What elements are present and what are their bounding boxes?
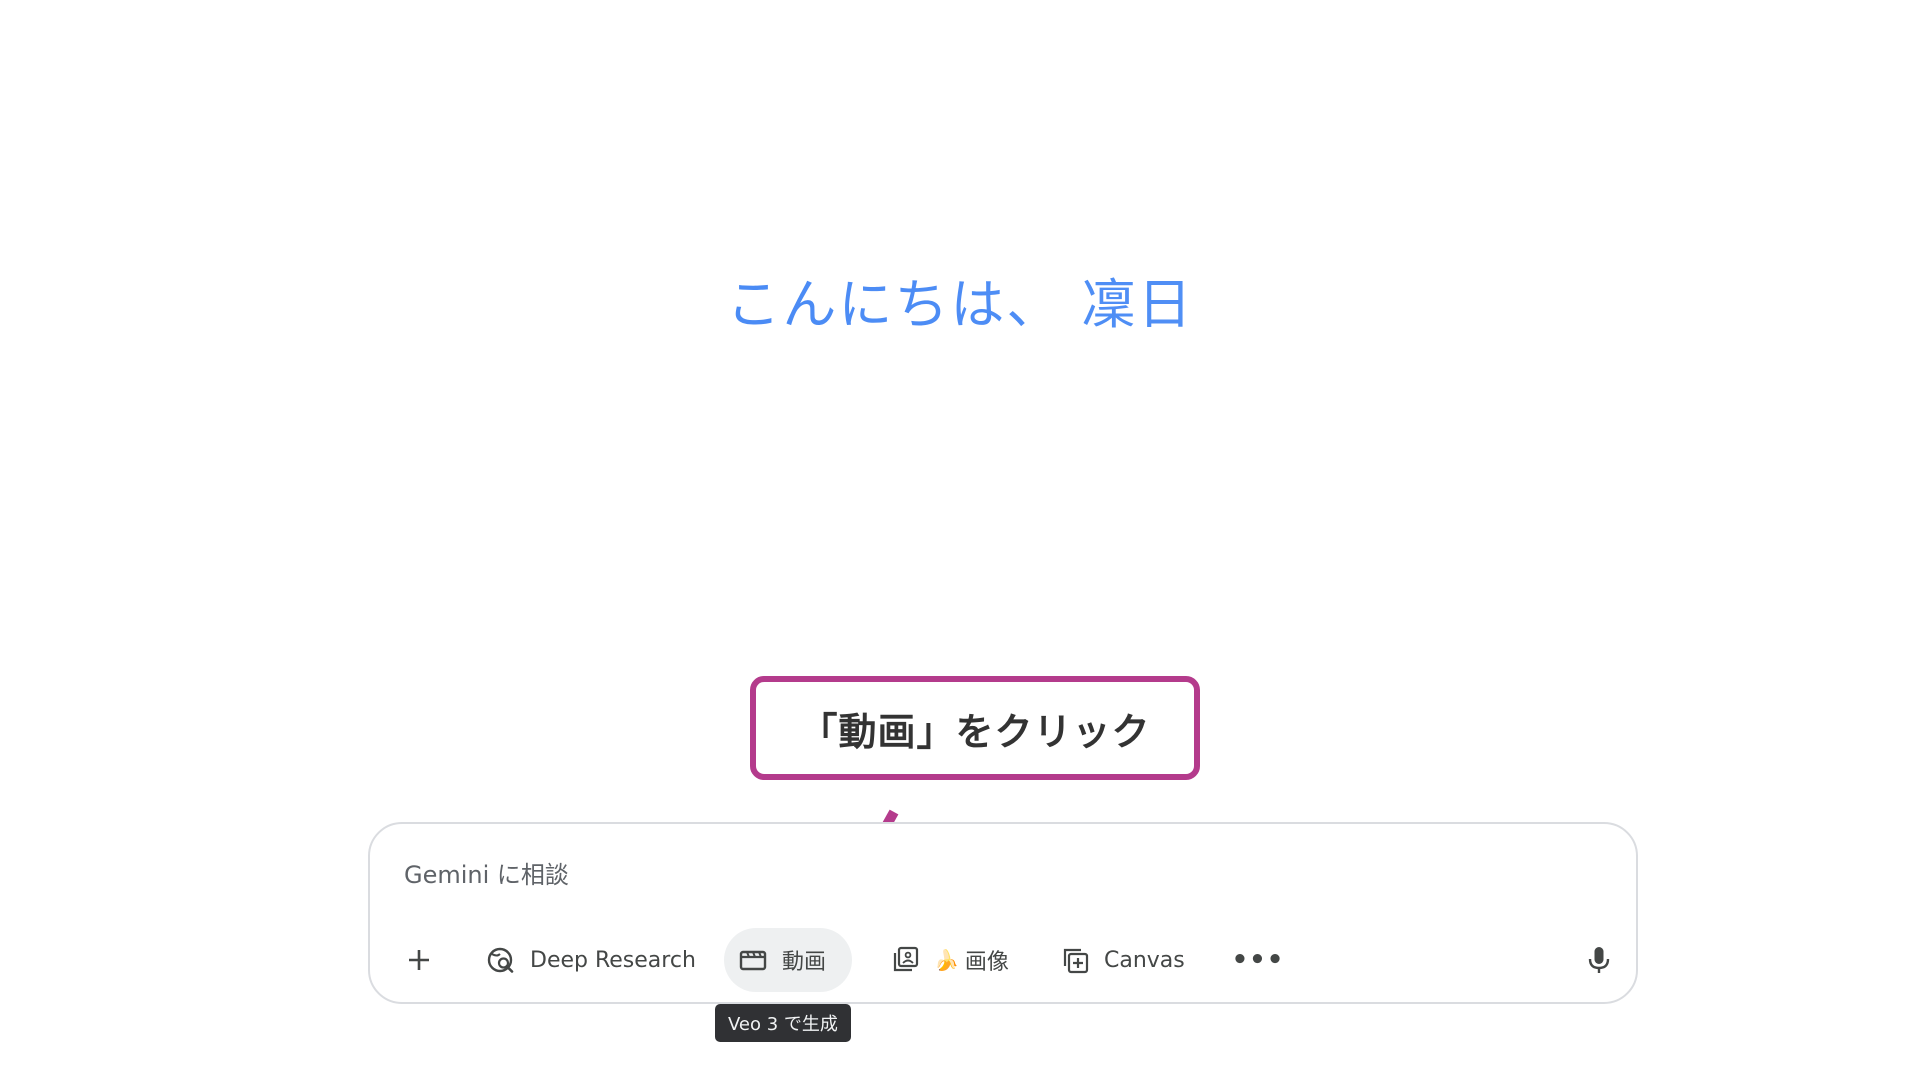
image-button[interactable]: 🍌 画像 <box>878 928 1021 992</box>
prompt-composer: Deep Research 動画 <box>368 822 1638 1004</box>
add-button[interactable] <box>394 928 444 992</box>
greeting-heading: こんにちは、 凜日 <box>0 260 1920 339</box>
image-gallery-icon <box>890 945 920 975</box>
image-label: 画像 <box>964 950 1009 975</box>
deep-research-button[interactable]: Deep Research <box>474 928 708 992</box>
canvas-label: Canvas <box>1104 947 1185 973</box>
prompt-input[interactable] <box>402 854 1506 896</box>
annotation-callout-text: 「動画」をクリック <box>799 709 1151 754</box>
plus-icon <box>404 945 434 975</box>
microphone-icon <box>1584 945 1614 975</box>
video-label: 動画 <box>782 950 827 975</box>
annotation-callout: 「動画」をクリック <box>750 676 1200 780</box>
video-button[interactable]: 動画 <box>724 928 852 992</box>
clapperboard-icon <box>738 945 768 975</box>
gemini-home: こんにちは、 凜日 「動画」をクリック Gemini に相談 Deep Rese… <box>0 0 1920 1080</box>
canvas-button[interactable]: Canvas <box>1048 928 1197 992</box>
microphone-button[interactable] <box>1574 928 1624 992</box>
composer-toolbar: Deep Research 動画 🍌 画像 Canvas ••• <box>370 928 1636 992</box>
banana-emoji: 🍌 <box>934 948 959 972</box>
video-tooltip: Veo 3 で生成 <box>715 1004 851 1042</box>
deep-research-label: Deep Research <box>530 947 696 973</box>
more-icon: ••• <box>1231 945 1285 975</box>
deep-research-icon <box>486 945 516 975</box>
canvas-icon <box>1060 945 1090 975</box>
more-options-button[interactable]: ••• <box>1228 928 1288 992</box>
